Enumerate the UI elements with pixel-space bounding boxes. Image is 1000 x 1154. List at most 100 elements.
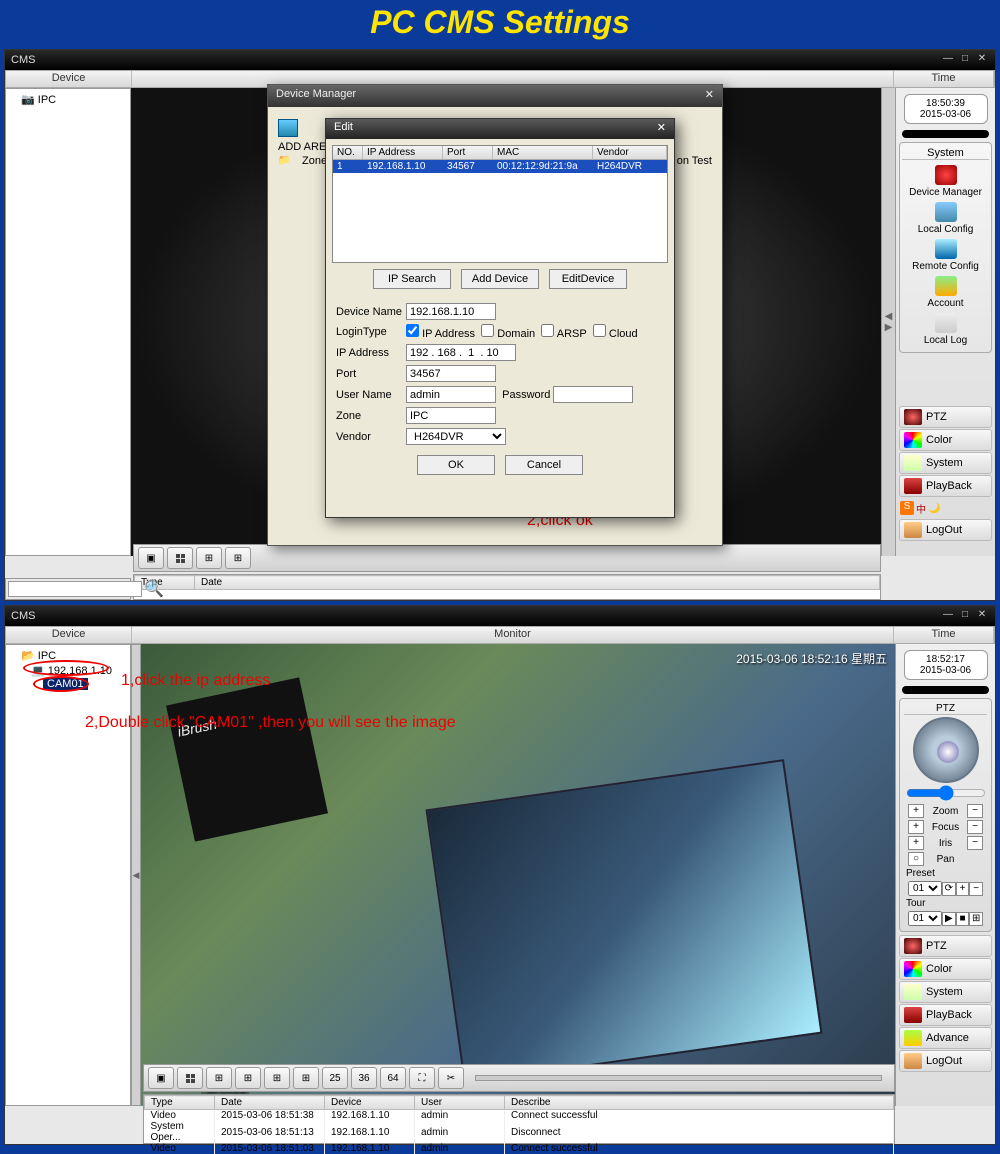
cb-arsp[interactable]: ARSP bbox=[541, 324, 586, 340]
device-tree-2[interactable]: 📂 IPC 💻 192.168.1.10 CAM01 bbox=[5, 644, 131, 1106]
list-row-selected[interactable]: 1 192.168.1.10 34567 00:12:12:9d:21:9a H… bbox=[333, 160, 667, 173]
focus-minus[interactable]: − bbox=[967, 820, 983, 834]
side-advance[interactable]: Advance bbox=[899, 1027, 992, 1049]
tour-select[interactable]: 01 bbox=[908, 911, 942, 926]
live-video-view[interactable]: 2015-03-06 18:52:16 星期五 CAM01 iBrush bbox=[141, 644, 895, 1106]
col-mac[interactable]: MAC bbox=[493, 146, 593, 159]
side-logout[interactable]: LogOut bbox=[899, 519, 992, 541]
iris-minus[interactable]: − bbox=[967, 836, 983, 850]
close-button[interactable]: ✕ bbox=[975, 53, 989, 67]
cb-ip[interactable]: IP Address bbox=[406, 324, 475, 340]
layout-4[interactable] bbox=[167, 547, 193, 569]
side-system-2[interactable]: System bbox=[899, 981, 992, 1003]
preset-go[interactable]: ⟳ bbox=[942, 882, 956, 896]
input-zone[interactable] bbox=[406, 407, 496, 424]
edit-cancel-button[interactable]: Cancel bbox=[505, 455, 583, 475]
layout-9[interactable]: ⊞ bbox=[196, 547, 222, 569]
side-playback-2[interactable]: PlayBack bbox=[899, 1004, 992, 1026]
layout-6[interactable]: ⊞ bbox=[206, 1067, 232, 1089]
fullscreen-button[interactable]: ⛶ bbox=[409, 1067, 435, 1089]
sys-remote-config[interactable]: Remote Config bbox=[902, 237, 989, 274]
layout-16[interactable]: ⊞ bbox=[225, 547, 251, 569]
device-list[interactable]: NO. IP Address Port MAC Vendor 1 192.168… bbox=[332, 145, 668, 263]
tray-icon[interactable]: S bbox=[900, 501, 914, 515]
log-row[interactable]: Video2015-03-06 18:51:38192.168.1.10admi… bbox=[145, 1110, 894, 1122]
edit-close-icon[interactable]: ✕ bbox=[657, 121, 666, 137]
layout-8[interactable]: ⊞ bbox=[235, 1067, 261, 1089]
pan-toggle[interactable]: ○ bbox=[908, 852, 924, 866]
dm-close-icon[interactable]: ✕ bbox=[705, 88, 714, 104]
side-logout-2[interactable]: LogOut bbox=[899, 1050, 992, 1072]
log-col-device[interactable]: Device bbox=[325, 1096, 415, 1110]
log-col-user[interactable]: User bbox=[415, 1096, 505, 1110]
input-password[interactable] bbox=[553, 386, 633, 403]
layout-1[interactable]: ▣ bbox=[138, 547, 164, 569]
input-username[interactable] bbox=[406, 386, 496, 403]
side-system[interactable]: System bbox=[899, 452, 992, 474]
tree-cam[interactable]: CAM01 bbox=[9, 678, 127, 690]
min-button[interactable]: — bbox=[941, 609, 955, 623]
log-col-date[interactable]: Date bbox=[195, 576, 880, 590]
collapse-handle[interactable]: ◀▶ bbox=[881, 88, 895, 556]
ip-search-button[interactable]: IP Search bbox=[373, 269, 451, 289]
sys-device-manager[interactable]: Device Manager bbox=[902, 163, 989, 200]
ptz-wheel[interactable] bbox=[913, 717, 979, 783]
log-col-date[interactable]: Date bbox=[215, 1096, 325, 1110]
input-ipaddress[interactable] bbox=[406, 344, 516, 361]
input-devicename[interactable] bbox=[406, 303, 496, 320]
tree-ip[interactable]: 💻 192.168.1.10 bbox=[9, 663, 127, 678]
layout-64[interactable]: 64 bbox=[380, 1067, 406, 1089]
device-tree-1[interactable]: 📷 IPC bbox=[5, 88, 131, 556]
collapse-handle-2[interactable]: ◀ bbox=[131, 644, 141, 1106]
layout-36[interactable]: 36 bbox=[351, 1067, 377, 1089]
volume-slider[interactable] bbox=[475, 1075, 882, 1081]
max-button[interactable]: □ bbox=[958, 53, 972, 67]
zoom-minus[interactable]: − bbox=[967, 804, 983, 818]
search-icon[interactable]: 🔍 bbox=[144, 579, 164, 599]
side-color[interactable]: Color bbox=[899, 429, 992, 451]
layout-25[interactable]: 25 bbox=[322, 1067, 348, 1089]
tour-play[interactable]: ▶ bbox=[942, 912, 956, 926]
iris-plus[interactable]: + bbox=[908, 836, 924, 850]
log-row[interactable]: System Oper...2015-03-06 18:51:13192.168… bbox=[145, 1121, 894, 1143]
edit-ok-button[interactable]: OK bbox=[417, 455, 495, 475]
input-port[interactable] bbox=[406, 365, 496, 382]
add-area-icon[interactable] bbox=[278, 119, 298, 137]
tour-grid[interactable]: ⊞ bbox=[969, 912, 983, 926]
select-vendor[interactable]: H264DVR bbox=[406, 428, 506, 445]
layout-16[interactable]: ⊞ bbox=[293, 1067, 319, 1089]
ptz-center[interactable] bbox=[937, 741, 959, 763]
max-button[interactable]: □ bbox=[958, 609, 972, 623]
preset-select[interactable]: 01 bbox=[908, 881, 942, 896]
add-device-button[interactable]: Add Device bbox=[461, 269, 539, 289]
tree-root[interactable]: 📂 IPC bbox=[9, 648, 127, 663]
col-port[interactable]: Port bbox=[443, 146, 493, 159]
focus-plus[interactable]: + bbox=[908, 820, 924, 834]
preset-add[interactable]: + bbox=[956, 882, 970, 896]
col-vendor[interactable]: Vendor bbox=[593, 146, 667, 159]
sys-local-log[interactable]: Local Log bbox=[902, 311, 989, 348]
log-col-type[interactable]: Type bbox=[145, 1096, 215, 1110]
snapshot-button[interactable]: ✂ bbox=[438, 1067, 464, 1089]
log-row[interactable]: Video2015-03-06 18:51:03192.168.1.10admi… bbox=[145, 1143, 894, 1154]
tree-root-ipc[interactable]: 📷 IPC bbox=[9, 92, 127, 107]
col-ip[interactable]: IP Address bbox=[363, 146, 443, 159]
sys-account[interactable]: Account bbox=[902, 274, 989, 311]
preset-del[interactable]: − bbox=[969, 882, 983, 896]
layout-4[interactable] bbox=[177, 1067, 203, 1089]
edit-device-button[interactable]: EditDevice bbox=[549, 269, 627, 289]
zoom-plus[interactable]: + bbox=[908, 804, 924, 818]
layout-1[interactable]: ▣ bbox=[148, 1067, 174, 1089]
col-no[interactable]: NO. bbox=[333, 146, 363, 159]
side-ptz[interactable]: PTZ bbox=[899, 406, 992, 428]
log-col-describe[interactable]: Describe bbox=[505, 1096, 894, 1110]
tour-stop[interactable]: ■ bbox=[956, 912, 970, 926]
device-search-input[interactable] bbox=[8, 581, 142, 597]
cb-domain[interactable]: Domain bbox=[481, 324, 535, 340]
sys-local-config[interactable]: Local Config bbox=[902, 200, 989, 237]
close-button[interactable]: ✕ bbox=[975, 609, 989, 623]
ptz-speed-slider[interactable] bbox=[906, 785, 986, 801]
side-ptz-2[interactable]: PTZ bbox=[899, 935, 992, 957]
side-color-2[interactable]: Color bbox=[899, 958, 992, 980]
cb-cloud[interactable]: Cloud bbox=[593, 324, 638, 340]
